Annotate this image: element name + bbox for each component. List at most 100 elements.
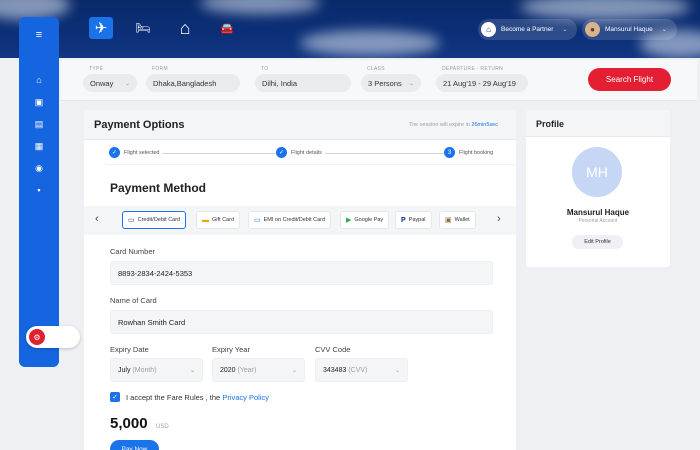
session-text: The session will expire in <box>408 122 470 128</box>
payment-methods-bar: ‹ ▭ Credit/Debit Card ▬ Gift Card ▭ EMI … <box>84 206 516 235</box>
step-label: Flight booking <box>459 149 494 156</box>
expiry-year-label: Expiry Year <box>212 345 250 354</box>
home-icon[interactable]: ⌂ <box>19 73 59 87</box>
nav-flight-tab[interactable]: ✈ <box>89 17 113 39</box>
check-icon: ✓ <box>276 147 287 158</box>
card-number-label: Card Number <box>110 247 156 256</box>
google-play-icon: ▶ <box>346 217 352 224</box>
to-value: Dilhi, India <box>262 78 298 88</box>
from-field[interactable]: FORM Dhaka,Bangladesh <box>146 66 240 92</box>
user-name: Mansurul Haque <box>605 26 653 33</box>
expiry-month-select[interactable]: July (Month) ⌄ <box>110 358 203 382</box>
from-value: Dhaka,Bangladesh <box>153 78 217 88</box>
paypal-icon: P <box>401 216 406 224</box>
nav-car-tab[interactable]: 🚘 <box>215 17 239 39</box>
accept-checkbox[interactable]: ✓ <box>110 392 120 402</box>
from-label: FORM <box>152 66 168 72</box>
expiry-year-hint: (Year) <box>237 366 257 374</box>
chevron-down-icon: ⌄ <box>291 367 297 374</box>
profile-header: Profile <box>526 110 670 137</box>
cvv-select[interactable]: 343483 (CVV) ⌄ <box>315 358 408 382</box>
class-field[interactable]: CLASS 3 Persons ⌄ <box>361 66 421 92</box>
chevron-down-icon: ⌄ <box>189 367 195 374</box>
step-flight-details: ✓ Flight details <box>276 147 325 158</box>
step-label: Flight selected <box>124 149 160 156</box>
cvv-hint: (CVV) <box>348 366 368 374</box>
method-label: Google Pay <box>354 217 384 223</box>
info-icon[interactable]: ▪ <box>19 183 59 197</box>
method-emi[interactable]: ▭ EMI on Credit/Debit Card <box>248 211 332 229</box>
method-label: EMI on Credit/Debit Card <box>263 217 326 223</box>
method-label: Wallet <box>454 217 470 223</box>
type-value: Onway <box>90 78 114 88</box>
method-label: Credit/Debit Card <box>137 217 181 223</box>
payment-options-panel: Payment Options The session will expire … <box>84 110 516 450</box>
car-icon: 🚘 <box>220 22 234 35</box>
chevron-down-icon: ⌄ <box>124 80 130 87</box>
user-menu[interactable]: ● Mansurul Haque ⌄ <box>582 19 677 40</box>
method-label: Gift Card <box>212 217 235 223</box>
edit-profile-button[interactable]: Edit Profile <box>572 235 623 249</box>
type-field[interactable]: TYPE Onway ⌄ <box>83 66 137 92</box>
dates-label: DEPARTURE - RETURN <box>442 66 504 72</box>
globe-icon[interactable]: ◉ <box>19 161 59 175</box>
dates-value: 21 Aug'19 - 29 Aug'19 <box>443 78 516 88</box>
menu-icon[interactable]: ≡ <box>19 28 59 42</box>
accept-label: I accept the Fare Rules , the <box>126 393 221 402</box>
method-gift-card[interactable]: ▬ Gift Card <box>196 211 241 229</box>
expiry-month-hint: (Month) <box>132 366 157 374</box>
become-partner-button[interactable]: ⌂ Become a Partner ⌄ <box>478 19 578 40</box>
to-field[interactable]: TO Dilhi, India <box>255 66 351 92</box>
house-icon: ⌂ <box>481 22 496 37</box>
dates-field[interactable]: DEPARTURE - RETURN 21 Aug'19 - 29 Aug'19 <box>436 66 528 92</box>
method-credit-debit-card[interactable]: ▭ Credit/Debit Card <box>122 211 187 229</box>
total-amount: 5,000 <box>110 415 148 432</box>
chevron-right-icon[interactable]: › <box>497 213 501 225</box>
briefcase-icon[interactable]: ▦ <box>19 139 59 153</box>
nav-hotel-tab[interactable]: 🛏 <box>131 17 155 39</box>
name-on-card-input[interactable]: Rowhan Smith Card <box>110 310 493 334</box>
method-wallet[interactable]: ▣ Wallet <box>439 211 476 229</box>
session-timer: The session will expire in 26min5sec <box>409 122 498 128</box>
pay-now-button[interactable]: Pay Now <box>110 440 159 450</box>
document-icon[interactable]: ▤ <box>19 117 59 131</box>
become-partner-label: Become a Partner <box>501 26 554 33</box>
step-label: Flight details <box>291 149 322 156</box>
profile-name: Mansurul Haque <box>566 208 630 217</box>
payment-title: Payment Options <box>94 119 185 131</box>
payment-header: Payment Options The session will expire … <box>84 110 516 140</box>
chevron-down-icon: ⌄ <box>394 367 400 374</box>
gift-card-icon: ▬ <box>202 216 209 224</box>
top-header: ✈ 🛏 ⌂ 🚘 ⌂ Become a Partner ⌄ ● Mansurul … <box>0 0 700 58</box>
step-flight-booking: 3 Flight booking <box>444 147 497 158</box>
calendar-icon[interactable]: ▣ <box>19 95 59 109</box>
currency-label: USD <box>156 424 169 430</box>
card-icon: ▭ <box>254 217 261 224</box>
search-flight-button[interactable]: Search Flight <box>588 68 671 91</box>
class-value: 3 Persons <box>368 78 402 88</box>
bed-icon: 🛏 <box>135 21 151 35</box>
card-number-input[interactable]: 8893-2834-2424-5353 <box>110 261 493 285</box>
nav-home-tab[interactable]: ⌂ <box>173 17 197 39</box>
chevron-left-icon[interactable]: ‹ <box>95 213 99 225</box>
profile-panel: Profile MH Mansurul Haque Personal Accou… <box>526 110 670 267</box>
sidebar-toggle[interactable]: ⚙ <box>26 326 80 348</box>
profile-role: Personal Account <box>578 218 618 224</box>
privacy-policy-link[interactable]: Privacy Policy <box>222 393 269 402</box>
session-time: 26min5sec <box>471 122 498 128</box>
type-label: TYPE <box>89 66 104 72</box>
expiry-year-value: 2020 <box>220 366 236 374</box>
wallet-icon: ▣ <box>445 217 452 224</box>
method-google-pay[interactable]: ▶ Google Pay <box>340 211 390 229</box>
accept-text: I accept the Fare Rules , the Privacy Po… <box>126 393 269 402</box>
name-on-card-label: Name of Card <box>110 296 157 305</box>
booking-steps: ✓ Flight selected ✓ Flight details 3 Fli… <box>106 143 516 165</box>
chevron-down-icon: ⌄ <box>661 27 667 33</box>
expiry-month-value: July <box>118 366 131 374</box>
payment-method-title: Payment Method <box>110 181 207 195</box>
class-label: CLASS <box>367 66 385 72</box>
expiry-year-select[interactable]: 2020 (Year) ⌄ <box>212 358 305 382</box>
method-label: Paypal <box>408 217 426 223</box>
avatar: MH <box>572 147 622 197</box>
method-paypal[interactable]: P Paypal <box>395 211 432 229</box>
